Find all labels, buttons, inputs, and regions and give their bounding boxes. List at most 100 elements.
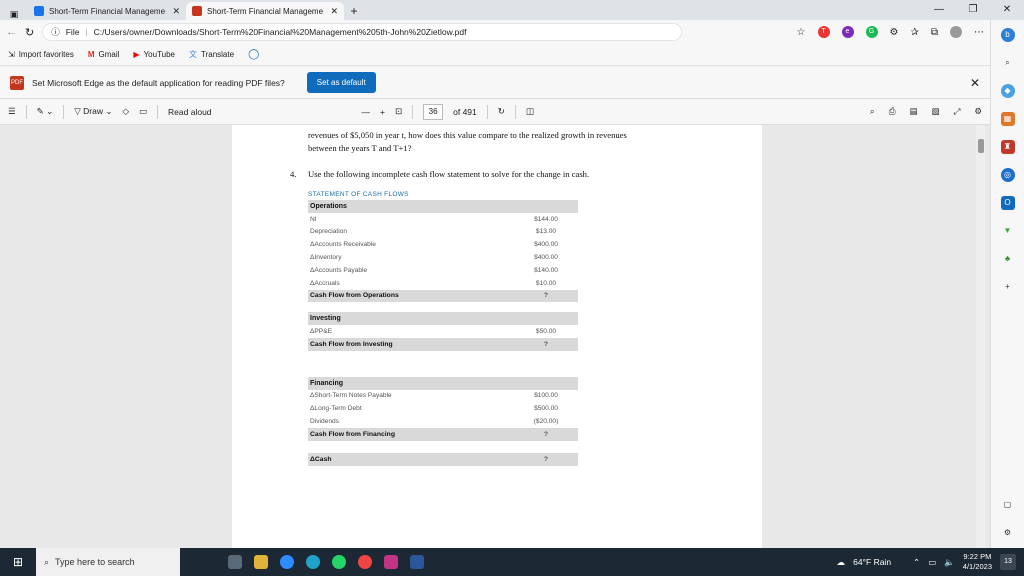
infobar-message: Set Microsoft Edge as the default applic… bbox=[32, 77, 285, 88]
search-icon[interactable]: ⌕ bbox=[1001, 56, 1015, 70]
address-bar: ← ↻ ⓘ File | C:/Users/owner/Downloads/Sh… bbox=[0, 20, 990, 44]
close-icon[interactable]: ✕ bbox=[330, 6, 338, 17]
default-app-infobar: PDF Set Microsoft Edge as the default ap… bbox=[0, 67, 990, 99]
tab-title: Short-Term Financial Manageme bbox=[49, 6, 166, 16]
page-number-input[interactable]: 36 bbox=[423, 103, 444, 120]
search-icon[interactable]: ⌕ bbox=[870, 106, 875, 117]
print-icon[interactable]: ⎙ bbox=[889, 106, 896, 117]
more-icon[interactable]: ⋯ bbox=[974, 27, 984, 38]
favorite-gmail[interactable]: M Gmail bbox=[88, 50, 120, 59]
network-icon[interactable]: ▭ bbox=[928, 557, 936, 568]
draw-button[interactable]: ▽ Draw ⌄ bbox=[74, 106, 112, 117]
tools-icon[interactable]: ▦ bbox=[1000, 112, 1015, 126]
add-icon[interactable]: + bbox=[1001, 280, 1015, 294]
close-icon[interactable]: ✕ bbox=[970, 76, 980, 90]
eraser-icon[interactable]: ◇ bbox=[122, 106, 129, 117]
table-row: ΔShort-Term Notes Payable $100.00 bbox=[310, 392, 558, 400]
highlight-icon[interactable]: ✎ ⌄ bbox=[37, 106, 54, 117]
table-row: ΔAccounts Receivable $400.00 bbox=[310, 241, 558, 249]
whatsapp-icon[interactable] bbox=[332, 555, 346, 569]
taskbar-search-input[interactable]: ⌕ Type here to search bbox=[36, 548, 180, 576]
edge-sidebar: b ⌕ ◆ ▦ ♜ ◎ O ▼ ♣ + ▢ ⚙ bbox=[990, 20, 1024, 548]
search-icon[interactable]: ◯ bbox=[248, 49, 259, 60]
chrome-icon[interactable] bbox=[358, 555, 372, 569]
clock[interactable]: 9:22 PM 4/1/2023 bbox=[963, 552, 992, 572]
zoom-icon[interactable] bbox=[280, 555, 294, 569]
shopping-icon[interactable]: ◆ bbox=[1000, 84, 1015, 98]
windows-start-icon[interactable]: ⊞ bbox=[0, 555, 36, 569]
new-tab-button[interactable]: + bbox=[344, 2, 364, 20]
question-text: Use the following incomplete cash flow s… bbox=[308, 169, 590, 179]
favorites-icon[interactable]: ✰ bbox=[910, 27, 918, 38]
expand-icon[interactable]: ⤢ bbox=[954, 106, 961, 117]
task-view-icon[interactable] bbox=[228, 555, 242, 569]
table-row: Depreciation $13.00 bbox=[310, 228, 557, 236]
section-header: Operations bbox=[308, 200, 578, 213]
paragraph-line: between the years T and T+1? bbox=[308, 143, 412, 153]
zoom-out-icon[interactable]: — bbox=[362, 107, 371, 117]
avatar[interactable] bbox=[950, 26, 962, 38]
settings-icon[interactable]: ⚙ bbox=[1001, 526, 1015, 540]
weather-icon[interactable]: ☁ bbox=[837, 557, 846, 568]
page-view-icon[interactable]: ◫ bbox=[526, 106, 534, 117]
favorite-translate[interactable]: 文 Translate bbox=[189, 49, 234, 60]
set-default-button[interactable]: Set as default bbox=[306, 72, 376, 93]
tab-1[interactable]: Short-Term Financial Manageme ✕ bbox=[28, 2, 186, 20]
weather-text[interactable]: 64°F Rain bbox=[853, 557, 891, 567]
instagram-icon[interactable] bbox=[384, 555, 398, 569]
fit-page-icon[interactable]: ⊡ bbox=[395, 106, 402, 117]
search-icon: ⌕ bbox=[44, 556, 50, 567]
restore-icon[interactable]: ❐ bbox=[956, 0, 990, 20]
extension-icon[interactable]: e bbox=[841, 26, 854, 38]
collections-icon[interactable]: ⧉ bbox=[931, 27, 938, 38]
save-icon[interactable]: ▤ bbox=[910, 106, 918, 117]
cash-flow-table: STATEMENT OF CASH FLOWS Operations NI $14… bbox=[308, 191, 578, 466]
divider bbox=[25, 104, 27, 119]
url-input[interactable]: ⓘ File | C:/Users/owner/Downloads/Short-… bbox=[42, 23, 683, 41]
tab-2[interactable]: Short-Term Financial Manageme ✕ bbox=[186, 2, 344, 20]
text-icon[interactable]: ▭ bbox=[139, 106, 147, 117]
window-close-icon[interactable]: ✕ bbox=[990, 0, 1024, 20]
split-screen-icon[interactable]: ▢ bbox=[1001, 498, 1015, 512]
divider bbox=[157, 104, 159, 119]
favorite-youtube[interactable]: ▶ YouTube bbox=[133, 50, 175, 59]
games-icon[interactable]: ♜ bbox=[1000, 140, 1015, 154]
microsoft365-icon[interactable]: ◎ bbox=[1000, 168, 1015, 182]
table-title: STATEMENT OF CASH FLOWS bbox=[308, 191, 409, 198]
tab-actions-icon[interactable]: ▣ bbox=[0, 9, 28, 20]
total-row: Cash Flow from Investing? bbox=[308, 337, 578, 351]
pdf-icon: PDF bbox=[10, 75, 24, 90]
refresh-icon[interactable]: ↻ bbox=[25, 26, 34, 39]
outlook-icon[interactable]: O bbox=[1000, 196, 1015, 210]
contents-icon[interactable]: ☰ bbox=[8, 106, 16, 117]
bing-icon[interactable]: b bbox=[1000, 28, 1015, 42]
table-row: ΔInventory $400.00 bbox=[310, 254, 558, 262]
back-icon[interactable]: ← bbox=[6, 26, 17, 38]
scrollbar-thumb[interactable] bbox=[978, 139, 984, 153]
favorite-import[interactable]: ⇲ Import favorites bbox=[8, 50, 74, 59]
tree-icon[interactable]: ♣ bbox=[1001, 252, 1015, 266]
settings-icon[interactable]: ⚙ bbox=[974, 106, 982, 117]
save-as-icon[interactable]: ▧ bbox=[932, 106, 940, 117]
zoom-in-icon[interactable]: + bbox=[380, 107, 385, 117]
notification-icon[interactable]: 13 bbox=[1000, 554, 1016, 570]
puzzle-icon[interactable]: ⚙ bbox=[890, 27, 899, 38]
url-prefix: File bbox=[65, 27, 80, 37]
minimize-icon[interactable]: — bbox=[922, 0, 956, 20]
word-icon[interactable] bbox=[410, 555, 424, 569]
extension-icon[interactable]: G bbox=[865, 26, 878, 38]
favorites-bar: ⇲ Import favorites M Gmail ▶ YouTube 文 Trans… bbox=[0, 44, 990, 66]
extension-icon[interactable]: T bbox=[817, 26, 830, 38]
close-icon[interactable]: ✕ bbox=[172, 6, 180, 17]
file-explorer-icon[interactable] bbox=[254, 555, 268, 569]
tray-chevron-icon[interactable]: ⌃ bbox=[913, 557, 920, 568]
vertical-scrollbar[interactable] bbox=[976, 125, 986, 548]
drop-icon[interactable]: ▼ bbox=[1001, 224, 1015, 238]
table-row: ΔAccruals $10.00 bbox=[310, 279, 557, 287]
rotate-icon[interactable]: ↻ bbox=[498, 106, 505, 117]
favorite-star-icon[interactable]: ☆ bbox=[797, 27, 806, 38]
url-divider: | bbox=[85, 27, 88, 37]
volume-icon[interactable]: 🔈 bbox=[944, 557, 955, 568]
read-aloud-button[interactable]: Read aloud bbox=[168, 107, 211, 117]
edge-icon[interactable] bbox=[306, 555, 320, 569]
